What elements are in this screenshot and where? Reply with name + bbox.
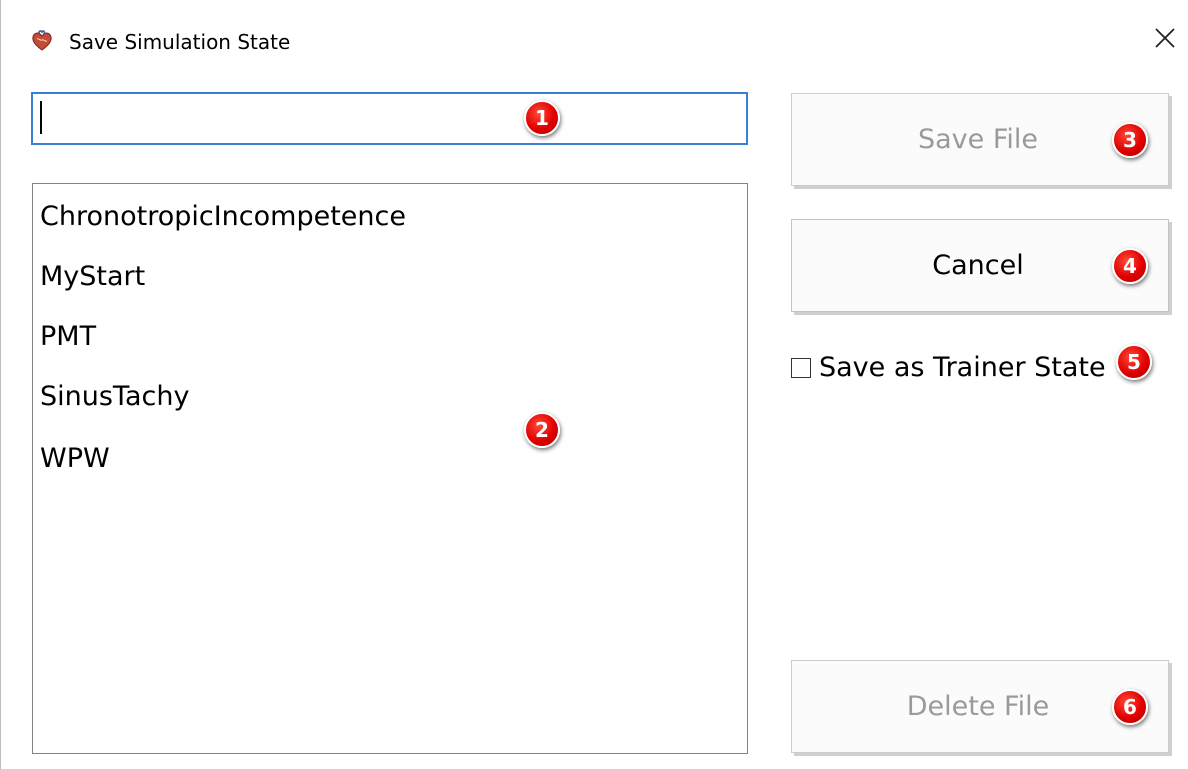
list-item[interactable]: MyStart [40,260,145,294]
text-caret [40,101,42,134]
close-button[interactable] [1143,20,1187,60]
callout-badge-4: 4 [1112,248,1148,284]
callout-badge-5: 5 [1116,344,1152,380]
cancel-label: Cancel [932,250,1024,281]
callout-badge-6: 6 [1112,689,1148,725]
list-item[interactable]: SinusTachy [40,380,189,414]
list-item[interactable]: PMT [40,320,96,354]
saved-states-list[interactable]: ChronotropicIncompetence MyStart PMT Sin… [32,183,748,754]
window-title: Save Simulation State [69,30,291,54]
list-item[interactable]: WPW [40,442,110,476]
list-item[interactable]: ChronotropicIncompetence [40,200,406,234]
title-bar: Save Simulation State [1,0,1188,80]
save-file-label: Save File [917,124,1039,155]
trainer-state-checkbox-row[interactable]: Save as Trainer State [791,350,1106,386]
close-icon [1154,27,1176,53]
callout-badge-2: 2 [524,412,560,448]
trainer-state-checkbox[interactable] [791,358,811,378]
trainer-state-label: Save as Trainer State [819,352,1106,383]
delete-file-label: Delete File [906,691,1050,722]
save-simulation-dialog: Save Simulation State ChronotropicIncomp… [0,0,1188,769]
app-heart-icon [31,30,53,52]
filename-input[interactable] [31,92,748,145]
callout-badge-3: 3 [1112,122,1148,158]
callout-badge-1: 1 [524,100,560,136]
